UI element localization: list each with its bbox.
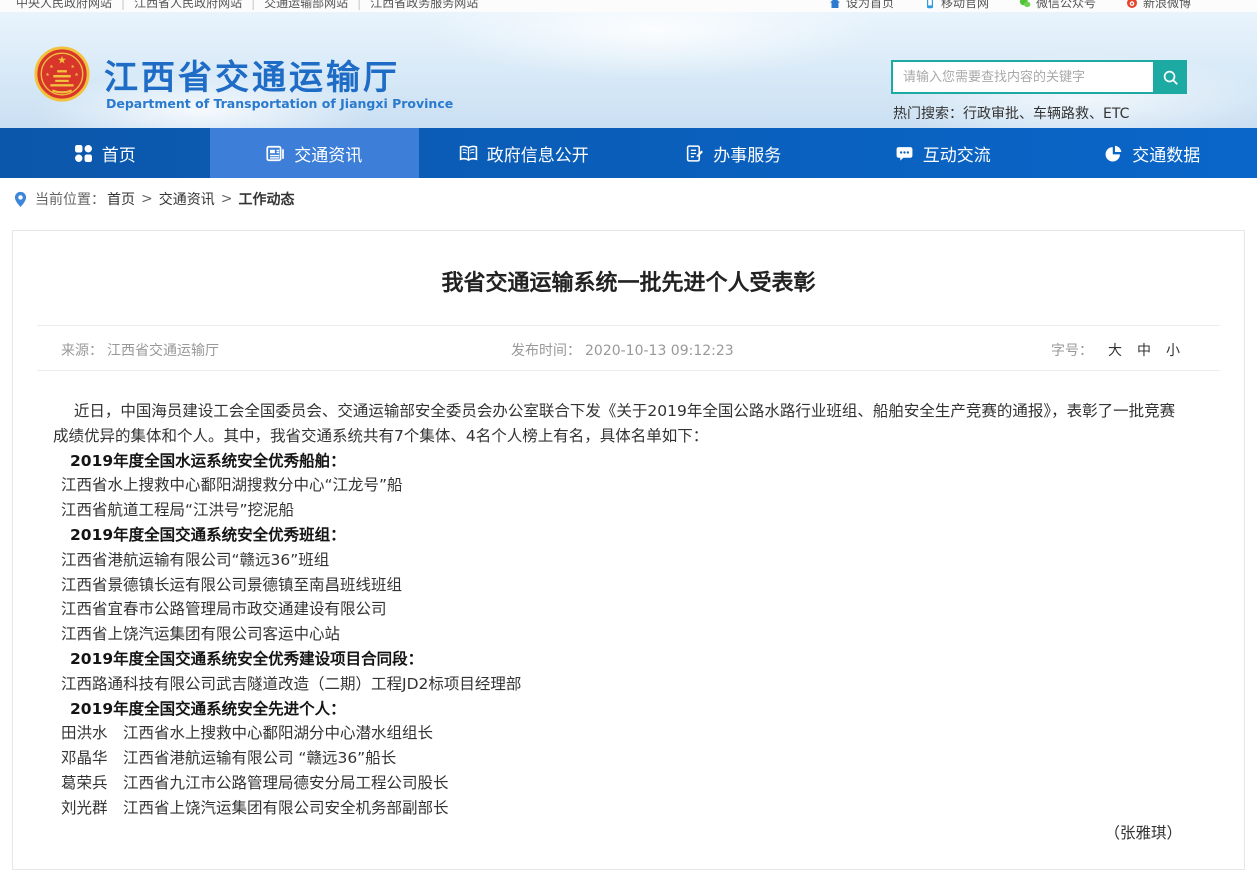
nav-item-traffic-news[interactable]: 交通资讯 xyxy=(210,128,420,178)
topbar-separator: | xyxy=(357,0,361,10)
font-size-label: 字号： xyxy=(1051,343,1093,359)
set-homepage-link[interactable]: 设为首页 xyxy=(829,0,894,11)
nav-item-home[interactable]: 首页 xyxy=(0,128,210,178)
topbar-link-service[interactable]: 江西省政务服务网站 xyxy=(370,0,478,10)
search-button[interactable] xyxy=(1153,60,1187,94)
article-line: 田洪水 江西省水上搜救中心鄱阳湖分中心潜水组组长 xyxy=(53,721,1186,746)
breadcrumb-home[interactable]: 首页 xyxy=(107,189,135,209)
topbar-separator: | xyxy=(121,0,125,10)
mobile-icon xyxy=(924,0,936,9)
topbar-tools: 设为首页 移动官网 微信公众号 新浪微博 xyxy=(829,0,1191,11)
article-line: 2019年度全国交通系统安全优秀建设项目合同段： xyxy=(53,647,1186,672)
svg-text:★: ★ xyxy=(45,72,50,78)
topbar-links: 中央人民政府网站 | 江西省人民政府网站 | 交通运输部网站 | 江西省政务服务网站 xyxy=(16,0,478,11)
svg-text:★: ★ xyxy=(57,53,67,66)
breadcrumb: 当前位置： 首页 > 交通资讯 > 工作动态 xyxy=(0,178,1257,220)
svg-text:★: ★ xyxy=(70,64,75,70)
article-publish-time: 发布时间：2020-10-13 09:12:23 xyxy=(511,340,734,360)
national-emblem: ★ ★ ★ ★ ★ xyxy=(33,45,91,103)
location-pin-icon xyxy=(14,191,27,208)
nav-item-interaction[interactable]: 互动交流 xyxy=(838,128,1048,178)
article-title: 我省交通运输系统一批先进个人受表彰 xyxy=(53,265,1204,297)
weibo-icon xyxy=(1126,0,1138,9)
search-input[interactable] xyxy=(891,60,1153,94)
mobile-site-link[interactable]: 移动官网 xyxy=(924,0,989,11)
breadcrumb-current: 工作动态 xyxy=(238,189,294,209)
article-line: 江西省宜春市公路管理局市政交通建设有限公司 xyxy=(53,597,1186,622)
pie-chart-icon xyxy=(1104,144,1123,163)
svg-text:★: ★ xyxy=(74,72,79,78)
news-icon xyxy=(266,144,285,163)
book-icon xyxy=(459,144,478,163)
site-header: ★ ★ ★ ★ ★ 江西省交通运输厅 Department of Transpo… xyxy=(0,12,1257,128)
topbar-link-ministry[interactable]: 交通运输部网站 xyxy=(264,0,348,10)
chat-icon xyxy=(895,144,914,163)
breadcrumb-label: 当前位置： xyxy=(35,189,105,209)
article-line: 邓晶华 江西省港航运输有限公司 “赣远36”船长 xyxy=(53,746,1186,771)
article-signature: （张雅琪） xyxy=(13,821,1182,843)
article-line: 刘光群 江西省上饶汽运集团有限公司安全机务部副部长 xyxy=(53,796,1186,821)
nav-item-gov-info[interactable]: 政府信息公开 xyxy=(419,128,629,178)
article-line: 江西省上饶汽运集团有限公司客运中心站 xyxy=(53,622,1186,647)
article-line: 江西省航道工程局“江洪号”挖泥船 xyxy=(53,498,1186,523)
article-line: 葛荣兵 江西省九江市公路管理局德安分局工程公司股长 xyxy=(53,771,1186,796)
site-title: 江西省交通运输厅 xyxy=(104,50,400,99)
breadcrumb-section[interactable]: 交通资讯 xyxy=(159,189,215,209)
search-icon xyxy=(1161,68,1180,87)
main-nav: 首页 交通资讯 政府信息公开 办事服务 互动交流 交通数据 xyxy=(0,128,1257,178)
hot-search: 热门搜索：行政审批、车辆路救、ETC xyxy=(893,103,1129,123)
article-source: 来源：江西省交通运输厅 xyxy=(61,340,219,360)
font-size-small-button[interactable]: 小 xyxy=(1166,343,1180,359)
top-utility-bar: 中央人民政府网站 | 江西省人民政府网站 | 交通运输部网站 | 江西省政务服务网站 设为首… xyxy=(0,0,1257,12)
breadcrumb-separator: > xyxy=(221,191,233,207)
svg-text:★: ★ xyxy=(49,64,54,70)
wechat-account-link[interactable]: 微信公众号 xyxy=(1019,0,1096,11)
nav-item-services[interactable]: 办事服务 xyxy=(629,128,839,178)
article-line: 江西省景德镇长运有限公司景德镇至南昌班线班组 xyxy=(53,573,1186,598)
font-size-medium-button[interactable]: 中 xyxy=(1137,343,1151,359)
article-line: 近日，中国海员建设工会全国委员会、交通运输部安全委员会办公室联合下发《关于201… xyxy=(53,399,1186,449)
nav-item-traffic-data[interactable]: 交通数据 xyxy=(1048,128,1257,178)
article-meta: 来源：江西省交通运输厅 发布时间：2020-10-13 09:12:23 字号：… xyxy=(37,325,1220,371)
topbar-link-jiangxi-gov[interactable]: 江西省人民政府网站 xyxy=(134,0,242,10)
hot-search-terms[interactable]: 行政审批、车辆路救、ETC xyxy=(963,106,1129,122)
article-container: 我省交通运输系统一批先进个人受表彰 来源：江西省交通运输厅 发布时间：2020-… xyxy=(12,230,1245,870)
weibo-link[interactable]: 新浪微博 xyxy=(1126,0,1191,11)
article-line: 江西路通科技有限公司武吉隧道改造（二期）工程JD2标项目经理部 xyxy=(53,672,1186,697)
site-subtitle: Department of Transportation of Jiangxi … xyxy=(106,96,453,111)
topbar-separator: | xyxy=(251,0,255,10)
article-line: 江西省水上搜救中心鄱阳湖搜救分中心“江龙号”船 xyxy=(53,473,1186,498)
home-icon xyxy=(829,0,841,9)
article-line: 2019年度全国交通系统安全先进个人： xyxy=(53,697,1186,722)
article-line: 2019年度全国交通系统安全优秀班组： xyxy=(53,523,1186,548)
font-size-control: 字号： 大中小 xyxy=(1051,340,1180,360)
article-line: 2019年度全国水运系统安全优秀船舶： xyxy=(53,449,1186,474)
wechat-icon xyxy=(1019,0,1031,9)
search-bar xyxy=(891,60,1187,94)
breadcrumb-separator: > xyxy=(141,191,153,207)
hot-search-label: 热门搜索： xyxy=(893,106,963,122)
clipboard-icon xyxy=(685,144,704,163)
font-size-large-button[interactable]: 大 xyxy=(1108,343,1122,359)
topbar-link-central-gov[interactable]: 中央人民政府网站 xyxy=(16,0,112,10)
article-line: 江西省港航运输有限公司“赣远36”班组 xyxy=(53,548,1186,573)
article-body: 近日，中国海员建设工会全国委员会、交通运输部安全委员会办公室联合下发《关于201… xyxy=(53,399,1186,821)
grid-icon xyxy=(74,144,93,163)
